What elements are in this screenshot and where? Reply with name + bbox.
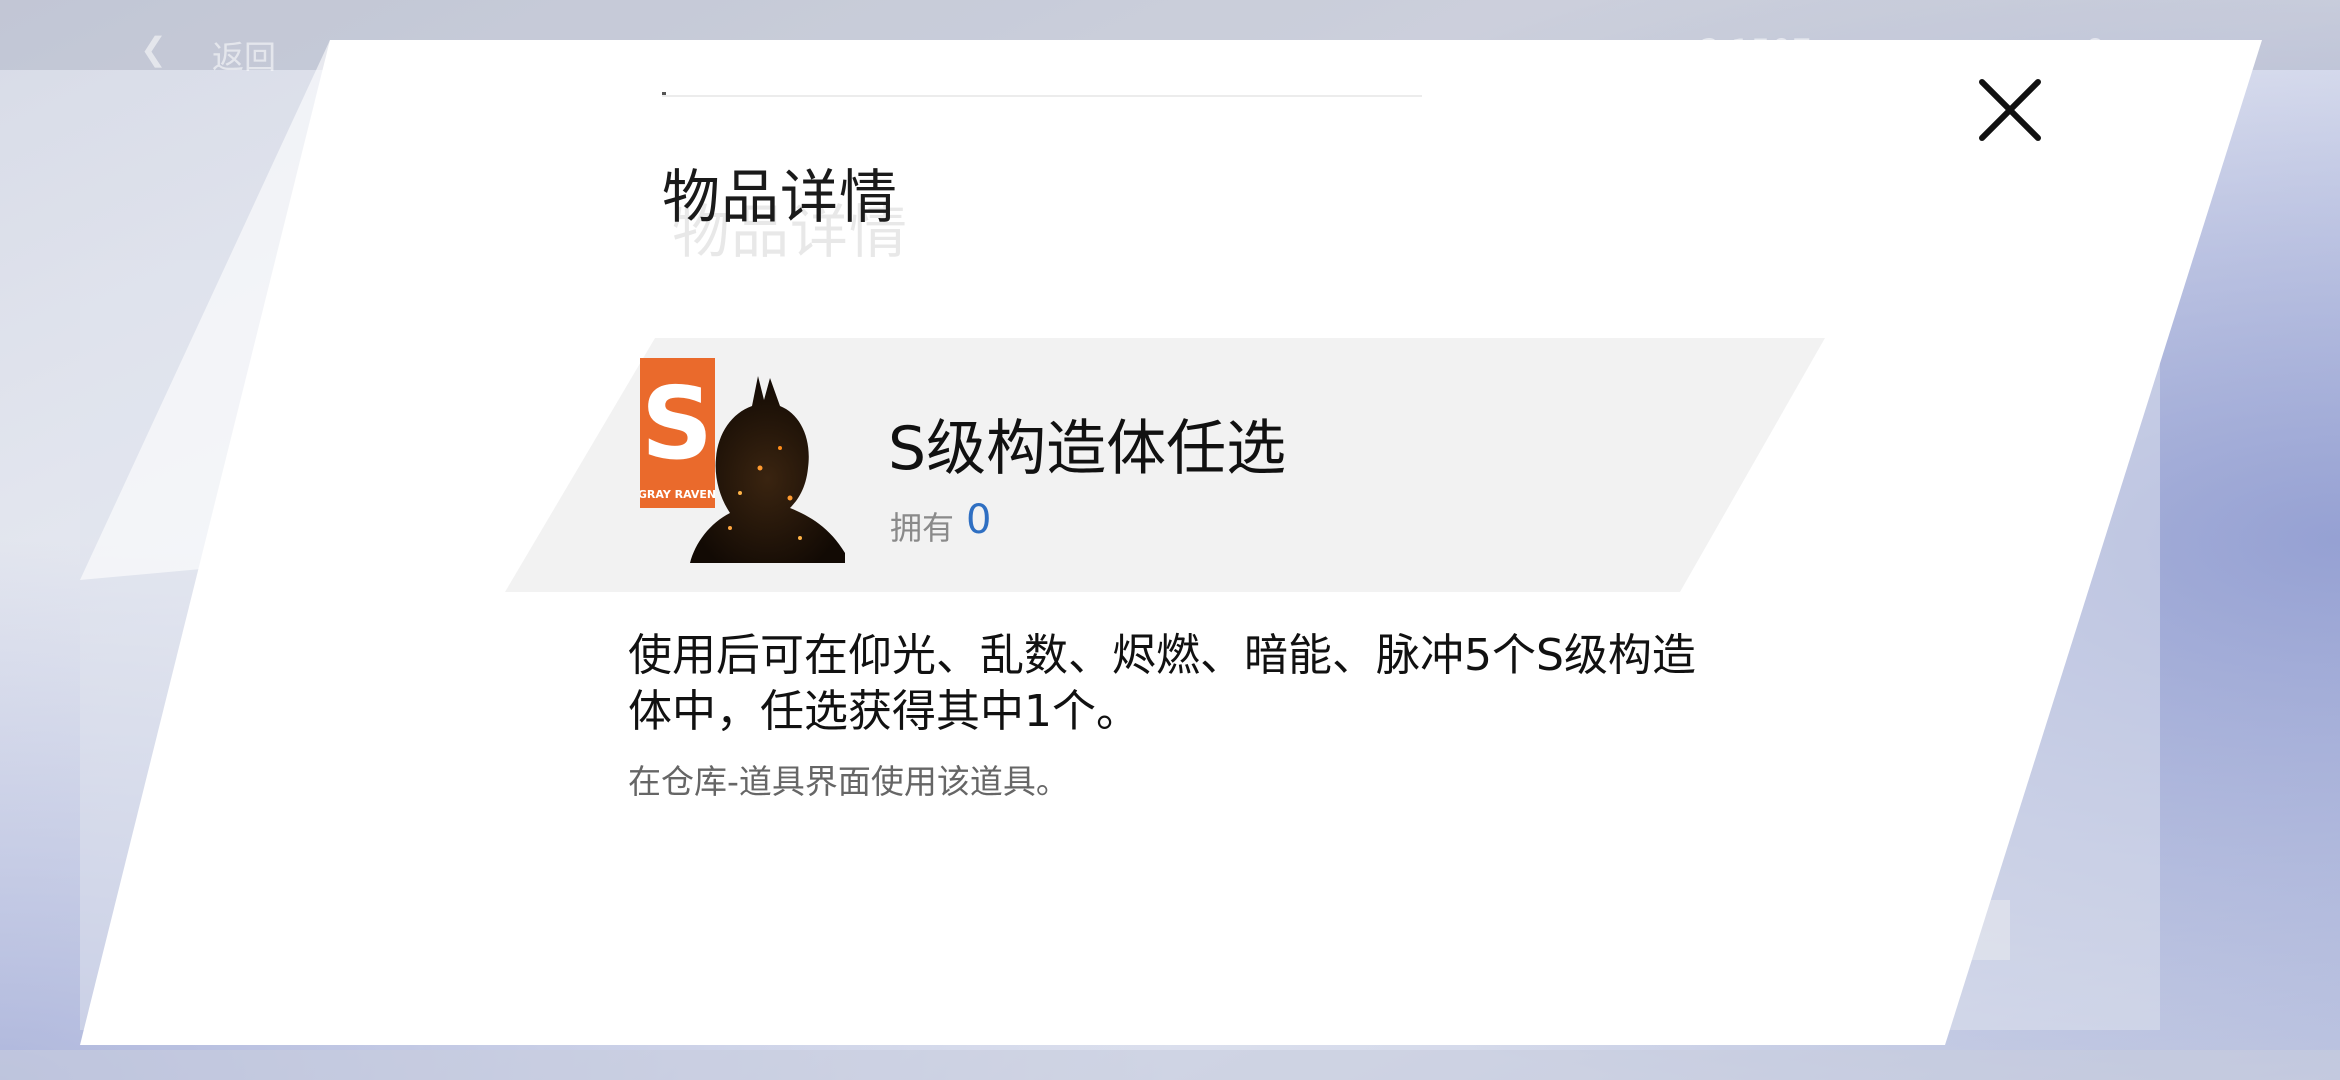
owned-label: 拥有: [890, 509, 955, 547]
close-icon[interactable]: [1970, 70, 2050, 150]
modal-title: 物品详情: [662, 163, 899, 231]
item-description: 使用后可在仰光、乱数、烬燃、暗能、脉冲5个S级构造体中，任选获得其中1个。: [628, 630, 1696, 737]
svg-text:GRAY RAVEN: GRAY RAVEN: [640, 488, 716, 501]
item-name: S级构造体任选: [888, 414, 1287, 484]
item-usage-hint: 在仓库-道具界面使用该道具。: [628, 762, 1069, 801]
header-line: [662, 95, 1422, 97]
owned-count: 0: [966, 497, 992, 543]
svg-text:S: S: [641, 365, 713, 482]
gray-raven-badge: S GRAY RAVEN: [640, 358, 716, 508]
modal-panel: [80, 40, 2262, 1045]
item-icon: S GRAY RAVEN: [640, 358, 845, 563]
